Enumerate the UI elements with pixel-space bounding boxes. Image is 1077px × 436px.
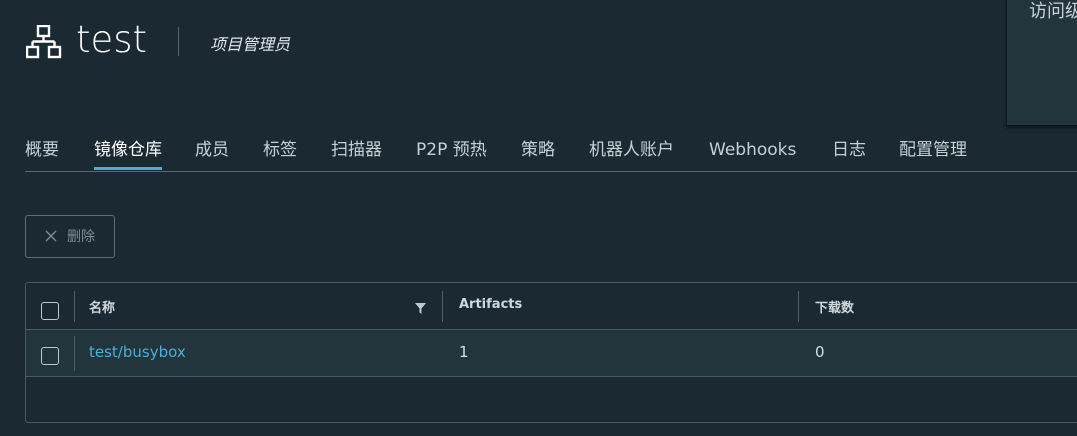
tab-labels[interactable]: 标签: [263, 138, 297, 170]
tab-robot-accounts[interactable]: 机器人账户: [589, 138, 674, 170]
tab-members[interactable]: 成员: [195, 138, 229, 170]
datagrid-header: 名称 Artifacts 下载数: [26, 283, 1077, 330]
column-separator: [74, 291, 75, 322]
access-level-label: 访问级别: [1029, 1, 1077, 22]
project-title: test: [76, 18, 148, 61]
column-separator: [74, 336, 75, 371]
filter-icon[interactable]: [415, 303, 426, 314]
column-separator[interactable]: [442, 291, 443, 322]
column-header-artifacts[interactable]: Artifacts: [459, 297, 522, 312]
header-divider: [178, 27, 179, 56]
artifacts-count: 1: [459, 343, 469, 361]
close-icon: [45, 230, 57, 242]
delete-button-label: 删除: [67, 229, 95, 245]
tab-configuration[interactable]: 配置管理: [899, 138, 967, 170]
access-level-popover: 访问级别: [1006, 0, 1077, 126]
tab-p2p-preheat[interactable]: P2P 预热: [416, 138, 487, 170]
project-role: 项目管理员: [210, 35, 291, 54]
tab-repositories[interactable]: 镜像仓库: [94, 138, 162, 170]
column-separator[interactable]: [798, 291, 799, 322]
tab-webhooks[interactable]: Webhooks: [709, 138, 796, 170]
project-repositories-page: test 项目管理员 访问级别 概要 镜像仓库 成员 标签 扫描器 P2P 预热…: [0, 0, 1077, 436]
column-header-downloads[interactable]: 下载数: [815, 297, 854, 316]
project-tabs: 概要 镜像仓库 成员 标签 扫描器 P2P 预热 策略 机器人账户 Webhoo…: [25, 138, 1077, 172]
tab-policy[interactable]: 策略: [521, 138, 555, 170]
select-all-checkbox[interactable]: [41, 302, 59, 320]
delete-button[interactable]: 删除: [25, 215, 115, 258]
table-row: test/busybox 1 0: [26, 330, 1077, 377]
tab-summary[interactable]: 概要: [25, 138, 59, 170]
tab-scanner[interactable]: 扫描器: [331, 138, 382, 170]
tab-logs[interactable]: 日志: [832, 138, 866, 170]
repositories-datagrid: 名称 Artifacts 下载数 test/busybox 1 0: [25, 282, 1077, 423]
row-select-checkbox[interactable]: [41, 347, 59, 365]
repository-name-link[interactable]: test/busybox: [89, 343, 186, 361]
column-header-name[interactable]: 名称: [89, 297, 115, 316]
download-count: 0: [815, 343, 825, 361]
project-tree-icon: [26, 25, 62, 59]
